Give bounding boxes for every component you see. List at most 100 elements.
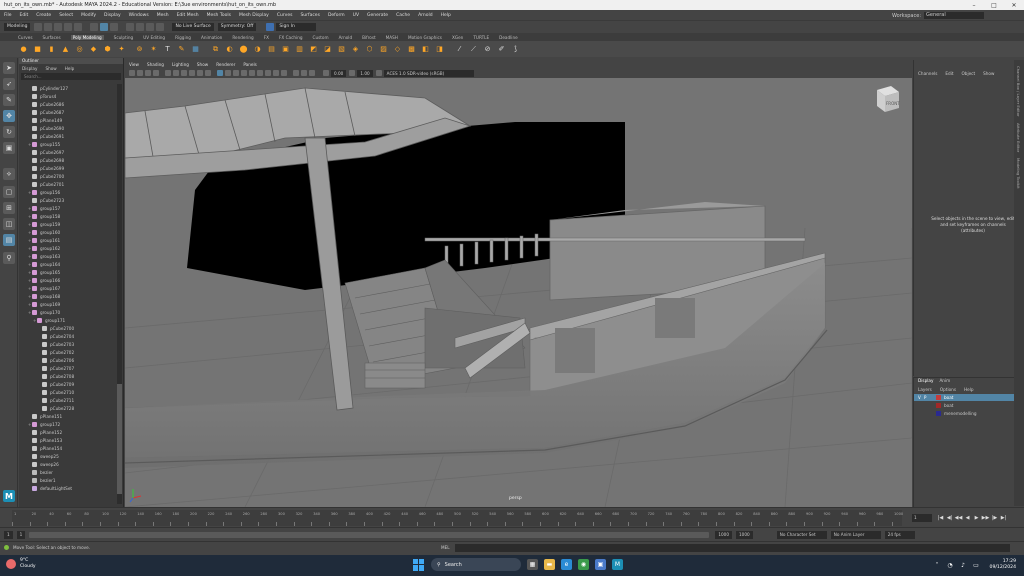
shelf-tab-curves[interactable]: Curves	[18, 35, 33, 40]
shadows-icon[interactable]	[257, 70, 263, 76]
layer-color-swatch[interactable]	[936, 411, 941, 416]
slice-icon[interactable]: ⟋	[468, 44, 479, 55]
fps-dropdown[interactable]: 24 fps	[884, 530, 915, 539]
snap-surface-icon[interactable]	[156, 22, 165, 31]
outliner-item[interactable]: pCube2691	[19, 132, 116, 140]
layer-row[interactable]: V Pboat	[914, 394, 1014, 401]
viewport-menu-view[interactable]: View	[129, 62, 139, 67]
sign-in-dropdown[interactable]: Sign In	[276, 22, 317, 31]
outliner-item[interactable]: pCube2706	[19, 356, 116, 364]
menu-help[interactable]: Help	[441, 13, 451, 18]
anim-layer-dropdown[interactable]: No Anim Layer	[830, 530, 881, 539]
viewport-menu-panels[interactable]: Panels	[243, 62, 256, 67]
anim-end-field[interactable]: 1000	[736, 530, 753, 539]
uv-cut-icon[interactable]: ⟆	[510, 44, 521, 55]
outliner-item[interactable]: defaultLightSet	[19, 484, 116, 492]
outliner-item[interactable]: pCube2690	[19, 124, 116, 132]
time-ruler[interactable]: 1 20 40 60 80 100 120 140 160 180 200 220 240 260 280 3…	[12, 510, 903, 526]
minimize-button[interactable]: –	[964, 0, 984, 10]
volume-icon[interactable]: ♪	[958, 560, 969, 571]
channel-menu-edit[interactable]: Edit	[945, 71, 953, 76]
maximize-button[interactable]: □	[984, 0, 1004, 10]
shelf-tab-rigging[interactable]: Rigging	[175, 35, 191, 40]
poly-torus-icon[interactable]: ◎	[74, 44, 85, 55]
outliner-item[interactable]: bezier	[19, 468, 116, 476]
anti-alias-icon[interactable]	[281, 70, 287, 76]
layer-color-swatch[interactable]	[936, 403, 941, 408]
gamma-field[interactable]: 1.00	[357, 69, 373, 77]
outliner-scrollbar[interactable]	[117, 84, 122, 504]
viewport-menu-lighting[interactable]: Lighting	[172, 62, 189, 67]
outliner-item[interactable]: + group164	[19, 260, 116, 268]
menu-display[interactable]: Display	[104, 13, 121, 18]
layout-four-icon[interactable]: ⊞	[3, 202, 15, 214]
menu-arnold[interactable]: Arnold	[418, 13, 433, 18]
viewport-menu-show[interactable]: Show	[197, 62, 208, 67]
resolution-gate-icon[interactable]	[181, 70, 187, 76]
mel-input[interactable]	[455, 544, 1010, 552]
outliner-item[interactable]: + group161	[19, 236, 116, 244]
camera-attributes-icon[interactable]	[137, 70, 143, 76]
redo-icon[interactable]	[74, 22, 83, 31]
shelf-tab-surfaces[interactable]: Surfaces	[43, 35, 61, 40]
outliner-item[interactable]: pCube2711	[19, 396, 116, 404]
boolean-icon[interactable]: ◑	[252, 44, 263, 55]
outliner-menu-display[interactable]: Display	[22, 66, 37, 71]
outliner-item[interactable]: pCube2702	[19, 348, 116, 356]
side-tab-attribute-editor[interactable]: Attribute Editor	[1016, 123, 1021, 152]
help-menu[interactable]: Help	[964, 387, 974, 392]
tab-display[interactable]: Display	[918, 378, 933, 385]
poly-platonic-icon[interactable]: ✦	[116, 44, 127, 55]
outliner-item[interactable]: + group169	[19, 300, 116, 308]
snap-curve-icon[interactable]	[136, 22, 145, 31]
camera-select-icon[interactable]	[129, 70, 135, 76]
layout-single-icon[interactable]: ▢	[3, 186, 15, 198]
outliner-item[interactable]: bezier1	[19, 476, 116, 484]
channel-menu-show[interactable]: Show	[983, 71, 994, 76]
search-icon[interactable]: ⚲	[3, 252, 15, 264]
step-forward-frame-icon[interactable]: ▶▶	[981, 513, 990, 522]
playback-end-field[interactable]: 1000	[715, 530, 733, 539]
menu-mesh[interactable]: Mesh	[157, 13, 169, 18]
sweep-mesh-icon[interactable]: ⊚	[134, 44, 145, 55]
shelf-tab-fx-caching[interactable]: FX Caching	[279, 35, 303, 40]
menu-surfaces[interactable]: Surfaces	[300, 13, 320, 18]
menu-set-dropdown[interactable]: Modeling	[4, 22, 31, 31]
color-management-icon[interactable]	[375, 70, 382, 76]
outliner-item[interactable]: pCylinder127	[19, 84, 116, 92]
outliner-item[interactable]: + group156	[19, 188, 116, 196]
outliner-item[interactable]: + group155	[19, 140, 116, 148]
poly-disc-icon[interactable]: ⬢	[102, 44, 113, 55]
exposure-icon[interactable]	[323, 70, 329, 76]
battery-icon[interactable]: ▭	[971, 560, 982, 571]
outliner-item[interactable]: sweep25	[19, 452, 116, 460]
outliner-item[interactable]: + group170	[19, 308, 116, 316]
scale-tool-icon[interactable]: ▣	[3, 142, 15, 154]
sculpt-icon[interactable]: ⊘	[482, 44, 493, 55]
xray-icon[interactable]	[301, 70, 307, 76]
super-shape-icon[interactable]: ✶	[148, 44, 159, 55]
multi-cut-icon[interactable]: ◈	[350, 44, 361, 55]
character-set-dropdown[interactable]: No Character Set	[776, 530, 827, 539]
menu-file[interactable]: File	[4, 13, 12, 18]
xray-joints-icon[interactable]	[309, 70, 315, 76]
ambient-occlusion-icon[interactable]	[265, 70, 271, 76]
shelf-tab-deadline[interactable]: Deadline	[499, 35, 518, 40]
menu-generate[interactable]: Generate	[367, 13, 388, 18]
smooth-icon[interactable]: ⬤	[238, 44, 249, 55]
poly-sphere-icon[interactable]: ●	[18, 44, 29, 55]
play-forward-icon[interactable]: ▶	[972, 513, 981, 522]
open-scene-icon[interactable]	[44, 22, 53, 31]
outliner-item[interactable]: pPlane151	[19, 412, 116, 420]
outliner-item[interactable]: pCube2704	[19, 332, 116, 340]
play-backward-icon[interactable]: ◀	[963, 513, 972, 522]
outliner-item[interactable]: pPlane154	[19, 444, 116, 452]
extrude-icon[interactable]: ▣	[280, 44, 291, 55]
type-grid-icon[interactable]: ▦	[190, 44, 201, 55]
bridge-icon[interactable]: ▥	[294, 44, 305, 55]
outliner-menu-help[interactable]: Help	[65, 66, 75, 71]
shelf-tab-xgen[interactable]: XGen	[452, 35, 463, 40]
shelf-tab-custom[interactable]: Custom	[313, 35, 329, 40]
mel-label[interactable]: MEL	[441, 545, 450, 550]
menu-edit[interactable]: Edit	[20, 13, 29, 18]
